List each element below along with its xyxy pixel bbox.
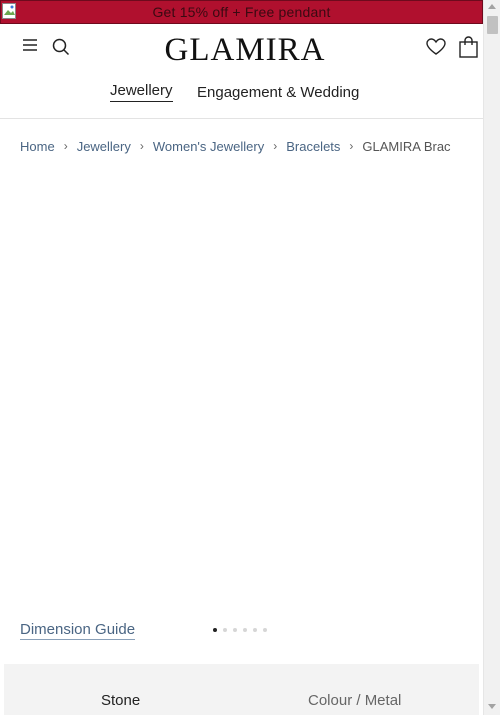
tab-jewellery[interactable]: Jewellery <box>110 82 173 102</box>
gallery-dot[interactable] <box>233 628 237 632</box>
chevron-right-icon: › <box>273 139 278 153</box>
breadcrumb-bracelets[interactable]: Bracelets <box>286 139 340 154</box>
chevron-right-icon: › <box>63 139 68 153</box>
menu-icon[interactable] <box>22 38 38 52</box>
chevron-right-icon: › <box>139 139 144 153</box>
tab-colour-metal[interactable]: Colour / Metal <box>308 692 401 709</box>
scroll-down-arrow-icon[interactable] <box>488 704 496 709</box>
product-image-gallery[interactable] <box>0 165 483 605</box>
breadcrumb-jewellery[interactable]: Jewellery <box>77 139 131 154</box>
main-nav: Jewellery Engagement & Wedding <box>0 82 483 106</box>
tab-stone[interactable]: Stone <box>101 692 140 709</box>
breadcrumb: Home › Jewellery › Women's Jewellery › B… <box>20 137 463 155</box>
product-page: Get 15% off + Free pendant GLAMIRA Jewel… <box>0 0 483 715</box>
heart-icon[interactable] <box>426 38 446 56</box>
search-icon[interactable] <box>52 38 70 56</box>
vertical-scrollbar[interactable] <box>483 0 500 715</box>
gallery-dot[interactable] <box>243 628 247 632</box>
product-option-tabs: Stone Colour / Metal <box>4 664 479 715</box>
tab-engagement-wedding[interactable]: Engagement & Wedding <box>197 84 359 101</box>
gallery-pagination <box>213 628 267 632</box>
breadcrumb-womens-jewellery[interactable]: Women's Jewellery <box>153 139 264 154</box>
promo-banner[interactable]: Get 15% off + Free pendant <box>0 0 483 24</box>
gallery-dot[interactable] <box>223 628 227 632</box>
promo-text[interactable]: Get 15% off + Free pendant <box>152 4 330 20</box>
shopping-bag-icon[interactable] <box>459 36 478 58</box>
dimension-guide-link[interactable]: Dimension Guide <box>20 621 136 640</box>
gallery-dot[interactable] <box>253 628 257 632</box>
broken-image-icon <box>2 3 16 19</box>
breadcrumb-home[interactable]: Home <box>20 139 55 154</box>
gallery-dot[interactable] <box>213 628 217 632</box>
chevron-right-icon: › <box>349 139 354 153</box>
gallery-dot[interactable] <box>263 628 267 632</box>
site-header: GLAMIRA Jewellery Engagement & Wedding <box>0 24 483 119</box>
scroll-up-arrow-icon[interactable] <box>488 4 496 9</box>
breadcrumb-current-product: GLAMIRA Brac <box>362 138 451 154</box>
scroll-thumb[interactable] <box>487 16 498 34</box>
glamira-logo[interactable]: GLAMIRA <box>160 32 330 69</box>
